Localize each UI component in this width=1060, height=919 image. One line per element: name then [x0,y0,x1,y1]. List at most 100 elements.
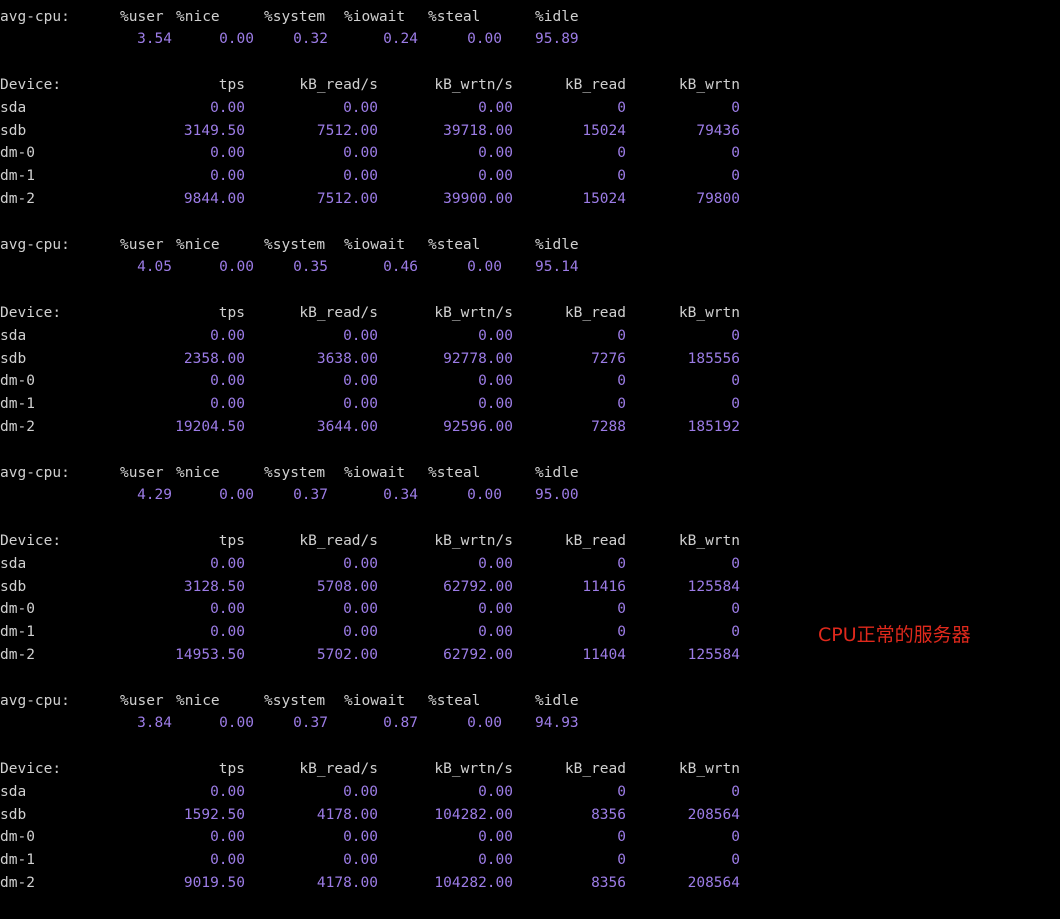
device-column-header: kB_read/s [299,532,378,549]
device-value: 11404 [582,646,626,663]
device-value: 9019.50 [183,874,245,891]
device-value: 0.00 [478,168,513,185]
cpu-label: avg-cpu: [0,8,70,25]
device-value: 0.00 [210,99,245,116]
cpu-label: avg-cpu: [0,464,70,481]
device-value: 0 [617,373,626,390]
device-name: dm-1 [0,624,35,641]
cpu-label: avg-cpu: [0,236,70,253]
device-name: dm-0 [0,145,35,162]
device-value: 0.00 [343,555,378,572]
cpu-value: 4.05 [137,259,172,276]
device-column-header: kB_wrtn [678,304,740,321]
cpu-column-header: %steal [428,236,481,253]
device-column-header: tps [218,532,245,549]
device-value: 0.00 [210,327,245,344]
device-column-header: kB_wrtn [678,532,740,549]
device-column-header: kB_wrtn/s [434,532,513,549]
cpu-value: 0.37 [293,487,328,504]
device-name: dm-1 [0,168,35,185]
device-column-header: kB_read [564,760,626,777]
device-value: 0 [731,555,740,572]
device-column-header: kB_wrtn [678,760,740,777]
cpu-column-header: %idle [535,8,579,25]
device-value: 0.00 [210,601,245,618]
cpu-values-row: 4.05 0.00 0.35 0.46 0.00 95.14 [0,256,1060,279]
cpu-column-header: %nice [176,236,220,253]
device-value: 0 [617,555,626,572]
device-column-header: tps [218,304,245,321]
device-value: 185192 [687,418,740,435]
cpu-column-header: %iowait [344,692,406,709]
cpu-value: 4.29 [137,487,172,504]
cpu-value: 0.24 [383,31,418,48]
cpu-column-header: %nice [176,692,220,709]
cpu-column-header: %user [120,8,164,25]
cpu-header-row: avg-cpu: %user %nice %system %iowait %steal %i… [0,234,1060,257]
device-value: 208564 [687,806,740,823]
cpu-column-header: %steal [428,8,481,25]
cpu-value: 0.00 [219,715,254,732]
device-value: 0.00 [210,852,245,869]
cpu-column-header: %steal [428,464,481,481]
cpu-column-header: %nice [176,464,220,481]
cpu-value: 0.00 [219,487,254,504]
device-value: 8356 [591,874,626,891]
device-value: 0.00 [210,373,245,390]
cpu-value: 0.00 [467,715,502,732]
device-value: 0.00 [343,624,378,641]
device-value: 3644.00 [316,418,378,435]
device-value: 0.00 [343,373,378,390]
device-value: 0 [617,396,626,413]
device-value: 0.00 [343,601,378,618]
cpu-column-header: %nice [176,8,220,25]
device-value: 125584 [687,578,740,595]
cpu-value: 0.00 [467,487,502,504]
cpu-label: avg-cpu: [0,692,70,709]
device-column-header: kB_wrtn [678,76,740,93]
cpu-column-header: %user [120,236,164,253]
device-value: 0.00 [210,783,245,800]
device-row: sda 0.00 0.00 0.00 0 0 [0,781,1060,804]
device-row: dm-1 0.00 0.00 0.00 0 0 [0,165,1060,188]
cpu-column-header: %iowait [344,8,406,25]
device-value: 5708.00 [316,578,378,595]
device-column-header: kB_read/s [299,304,378,321]
device-column-header: tps [218,760,245,777]
cpu-value: 0.87 [383,715,418,732]
device-value: 0 [617,624,626,641]
device-value: 0.00 [478,327,513,344]
device-value: 79800 [696,190,740,207]
device-value: 0 [731,373,740,390]
device-value: 104282.00 [434,874,513,891]
device-value: 79436 [696,122,740,139]
cpu-value: 3.54 [137,31,172,48]
device-value: 104282.00 [434,806,513,823]
device-name: dm-2 [0,646,35,663]
device-column-header: Device: [0,304,62,321]
device-row: sdb 1592.50 4178.00 104282.00 8356 208564 [0,804,1060,827]
device-value: 39900.00 [443,190,513,207]
device-row: sda 0.00 0.00 0.00 0 0 [0,553,1060,576]
device-value: 0.00 [210,145,245,162]
device-value: 0 [617,145,626,162]
device-column-header: kB_read/s [299,76,378,93]
device-value: 0.00 [478,601,513,618]
cpu-header-row: avg-cpu: %user %nice %system %iowait %steal %i… [0,6,1060,29]
device-value: 0 [617,783,626,800]
device-value: 15024 [582,122,626,139]
device-row: sdb 3128.50 5708.00 62792.00 11416 125584 [0,576,1060,599]
device-value: 0.00 [343,145,378,162]
device-value: 0 [617,168,626,185]
device-value: 0 [617,829,626,846]
device-value: 8356 [591,806,626,823]
cpu-column-header: %system [264,464,326,481]
device-value: 92778.00 [443,350,513,367]
device-value: 9844.00 [183,190,245,207]
device-name: sdb [0,350,27,367]
device-value: 0 [731,601,740,618]
device-name: dm-2 [0,874,35,891]
device-header-row: Device: tps kB_read/s kB_wrtn/s kB_read kB_wr… [0,758,1060,781]
device-value: 0.00 [343,396,378,413]
device-value: 0 [731,145,740,162]
